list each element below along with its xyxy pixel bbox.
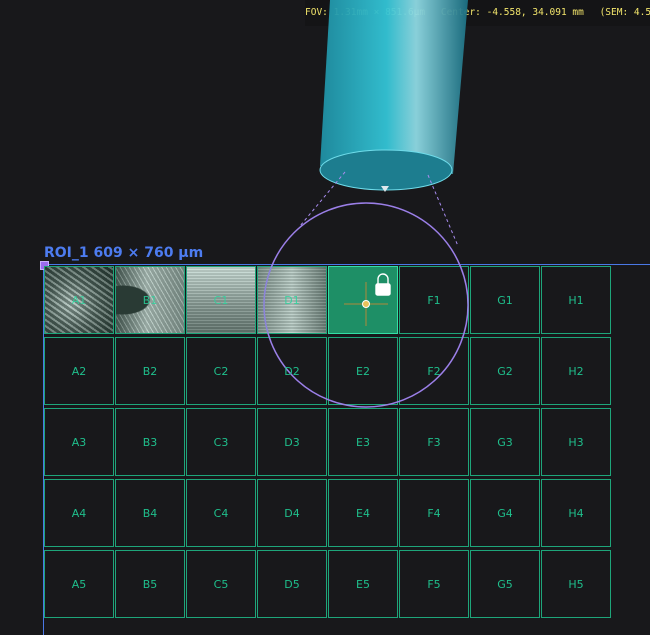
tile-label: C4 — [213, 506, 229, 520]
tile-b5[interactable]: B5 — [115, 550, 185, 618]
tile-label: F4 — [427, 506, 441, 520]
sem-readout: (SEM: 4.5 — [599, 7, 650, 18]
tile-label: A5 — [71, 577, 87, 591]
tile-label: D3 — [284, 435, 300, 449]
center-readout: Center: -4.558, 34.091 mm — [440, 7, 584, 18]
tile-g1[interactable]: G1 — [470, 266, 540, 334]
tile-label: B4 — [142, 506, 158, 520]
tile-label: C1 — [213, 293, 229, 307]
tile-label: G1 — [497, 293, 513, 307]
tile-label: H1 — [568, 293, 584, 307]
tile-g3[interactable]: G3 — [470, 408, 540, 476]
tile-label: E5 — [356, 577, 370, 591]
tile-label: D1 — [284, 293, 300, 307]
tile-f3[interactable]: F3 — [399, 408, 469, 476]
tile-h5[interactable]: H5 — [541, 550, 611, 618]
tile-label: F3 — [427, 435, 441, 449]
tile-h3[interactable]: H3 — [541, 408, 611, 476]
tile-h4[interactable]: H4 — [541, 479, 611, 547]
tile-b4[interactable]: B4 — [115, 479, 185, 547]
tile-label: D2 — [284, 364, 300, 378]
tile-label: D4 — [284, 506, 300, 520]
tile-label: B2 — [142, 364, 158, 378]
tile-c1[interactable]: C1 — [186, 266, 256, 334]
tile-d1[interactable]: D1 — [257, 266, 327, 334]
tile-h1[interactable]: H1 — [541, 266, 611, 334]
tile-label: A4 — [71, 506, 87, 520]
tile-c4[interactable]: C4 — [186, 479, 256, 547]
tile-c2[interactable]: C2 — [186, 337, 256, 405]
tile-label: C5 — [213, 577, 229, 591]
tile-a1[interactable]: A1 — [44, 266, 114, 334]
tile-label: B5 — [142, 577, 158, 591]
tile-d5[interactable]: D5 — [257, 550, 327, 618]
tile-label: A1 — [71, 293, 87, 307]
tile-g4[interactable]: G4 — [470, 479, 540, 547]
tile-a3[interactable]: A3 — [44, 408, 114, 476]
tile-label: E2 — [356, 364, 370, 378]
tile-f4[interactable]: F4 — [399, 479, 469, 547]
tile-f1[interactable]: F1 — [399, 266, 469, 334]
beam-cone-left — [299, 171, 346, 227]
tile-label: H5 — [568, 577, 584, 591]
tile-b2[interactable]: B2 — [115, 337, 185, 405]
tile-label: F5 — [427, 577, 441, 591]
tile-label: H2 — [568, 364, 584, 378]
tile-label: H3 — [568, 435, 584, 449]
tile-label: G3 — [497, 435, 513, 449]
electron-column-icon — [319, 0, 468, 192]
tile-a4[interactable]: A4 — [44, 479, 114, 547]
tile-label: G4 — [497, 506, 513, 520]
tile-e5[interactable]: E5 — [328, 550, 398, 618]
tile-a2[interactable]: A2 — [44, 337, 114, 405]
tile-label: C2 — [213, 364, 229, 378]
tile-e1[interactable] — [328, 266, 398, 334]
tile-label: D5 — [284, 577, 300, 591]
tile-d2[interactable]: D2 — [257, 337, 327, 405]
tile-label: F1 — [427, 293, 441, 307]
tile-label: A3 — [71, 435, 87, 449]
tile-h2[interactable]: H2 — [541, 337, 611, 405]
tile-label: E3 — [356, 435, 370, 449]
tile-e4[interactable]: E4 — [328, 479, 398, 547]
tile-label: A2 — [71, 364, 87, 378]
tile-label: F2 — [427, 364, 441, 378]
tile-c3[interactable]: C3 — [186, 408, 256, 476]
tile-c5[interactable]: C5 — [186, 550, 256, 618]
tile-label: B1 — [142, 293, 158, 307]
tile-g5[interactable]: G5 — [470, 550, 540, 618]
tile-f2[interactable]: F2 — [399, 337, 469, 405]
tile-label: G2 — [497, 364, 513, 378]
tile-a5[interactable]: A5 — [44, 550, 114, 618]
roi-label[interactable]: ROI_1 609 × 760 µm — [44, 245, 203, 261]
tile-label: E4 — [356, 506, 370, 520]
tile-g2[interactable]: G2 — [470, 337, 540, 405]
tile-e2[interactable]: E2 — [328, 337, 398, 405]
status-bar: FOV: 1.31mm × 851.6µm Center: -4.558, 34… — [305, 0, 650, 26]
tile-b3[interactable]: B3 — [115, 408, 185, 476]
tile-label: C3 — [213, 435, 229, 449]
tile-label: H4 — [568, 506, 584, 520]
tile-e3[interactable]: E3 — [328, 408, 398, 476]
tile-b1[interactable]: B1 — [115, 266, 185, 334]
tile-f5[interactable]: F5 — [399, 550, 469, 618]
fov-readout: FOV: 1.31mm × 851.6µm — [305, 7, 426, 18]
tile-label: B3 — [142, 435, 158, 449]
tile-d4[interactable]: D4 — [257, 479, 327, 547]
tile-label: G5 — [497, 577, 513, 591]
tile-d3[interactable]: D3 — [257, 408, 327, 476]
beam-cone-right — [427, 174, 459, 247]
